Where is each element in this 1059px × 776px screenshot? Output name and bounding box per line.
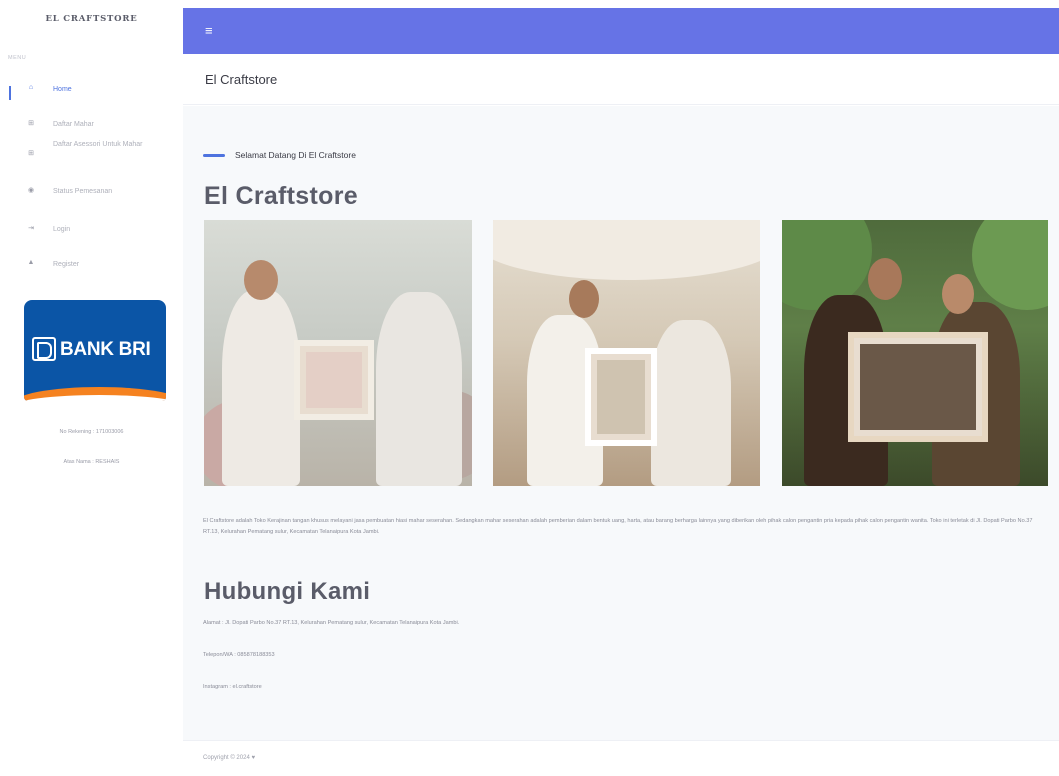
sidebar-brand[interactable]: EL CRAFTSTORE xyxy=(0,14,183,24)
sidebar-item-status-pemesanan[interactable]: ◉ Status Pemesanan xyxy=(0,186,112,197)
sidebar-item-label: Status Pemesanan xyxy=(53,188,113,195)
sidebar-item-label: Daftar Mahar xyxy=(53,121,94,128)
hamburger-icon[interactable]: ≡ xyxy=(205,24,213,37)
sidebar-item-home[interactable]: ⌂ Home xyxy=(0,84,72,100)
contact-phone: Telepon/WA : 085878188353 xyxy=(203,652,275,658)
topbar: ≡ xyxy=(183,8,1059,54)
flower-decor xyxy=(972,220,1048,310)
groom-head xyxy=(244,260,278,300)
account-number: No Rekening : 171003006 xyxy=(59,429,124,435)
home-icon: ⌂ xyxy=(28,84,34,91)
account-name: Atas Nama : RESHAIS xyxy=(63,459,120,465)
sidebar-item-daftar-mahar[interactable]: ⊞ Daftar Mahar xyxy=(0,119,94,130)
sidebar-heading: MENU xyxy=(8,55,27,61)
accent-dash xyxy=(203,153,225,157)
sidebar-item-label: Daftar Asessori Untuk Mahar xyxy=(53,141,143,148)
groom-head xyxy=(569,280,599,318)
bride-figure xyxy=(376,292,462,486)
bride-figure xyxy=(651,320,731,486)
bride-head xyxy=(942,274,974,314)
welcome-heading: Selamat Datang Di El Craftstore xyxy=(203,150,356,160)
gallery-photo-3 xyxy=(782,220,1048,486)
mahar-frame xyxy=(848,332,988,442)
sidebar-item-label: Home xyxy=(53,86,72,93)
sidebar-item-label: Login xyxy=(53,226,71,233)
copyright-text: Copyright © 2024 ♥ xyxy=(203,755,256,761)
mahar-frame xyxy=(585,348,657,446)
table-icon: ⊞ xyxy=(28,120,34,127)
eye-icon: ◉ xyxy=(27,187,35,194)
main-content: Selamat Datang Di El Craftstore El Craft… xyxy=(183,106,1059,740)
flower-decor xyxy=(493,220,760,280)
bank-name: BANK BRI xyxy=(60,339,151,360)
store-description: El Craftstore adalah Toko Kerajinan tang… xyxy=(203,518,1033,535)
store-title: El Craftstore xyxy=(204,182,358,210)
contact-title: Hubungi Kami xyxy=(204,578,371,605)
sidebar: EL CRAFTSTORE MENU ⌂ Home ⊞ Daftar Mahar… xyxy=(0,0,183,776)
user-icon: ▲ xyxy=(27,259,35,266)
active-indicator xyxy=(9,86,11,100)
sidebar-item-register[interactable]: ▲ Register xyxy=(0,259,80,270)
gallery-photo-1 xyxy=(204,220,472,486)
footer: Copyright © 2024 ♥ xyxy=(183,740,1059,776)
sidebar-item-label: Register xyxy=(53,261,80,268)
welcome-text: Selamat Datang Di El Craftstore xyxy=(235,150,356,160)
sidebar-item-daftar-asessori[interactable]: ⊞ Daftar Asessori Untuk Mahar xyxy=(0,139,143,157)
page-header: El Craftstore xyxy=(183,54,1059,105)
table-icon: ⊞ xyxy=(28,150,34,157)
contact-instagram: Instagram : el.craftstore xyxy=(203,684,262,690)
bank-bri-logo: BANK BRI xyxy=(24,300,166,401)
groom-figure xyxy=(222,290,300,486)
bri-emblem-icon xyxy=(32,337,56,361)
contact-address: Alamat : Jl. Dopati Parbo No.37 RT.13, K… xyxy=(203,620,460,626)
gallery-photo-2 xyxy=(493,220,760,486)
sign-in-icon: ⇥ xyxy=(28,225,34,232)
sidebar-item-login[interactable]: ⇥ Login xyxy=(0,224,70,235)
mahar-frame xyxy=(294,340,374,420)
page-title: El Craftstore xyxy=(205,72,278,87)
groom-head xyxy=(868,258,902,300)
